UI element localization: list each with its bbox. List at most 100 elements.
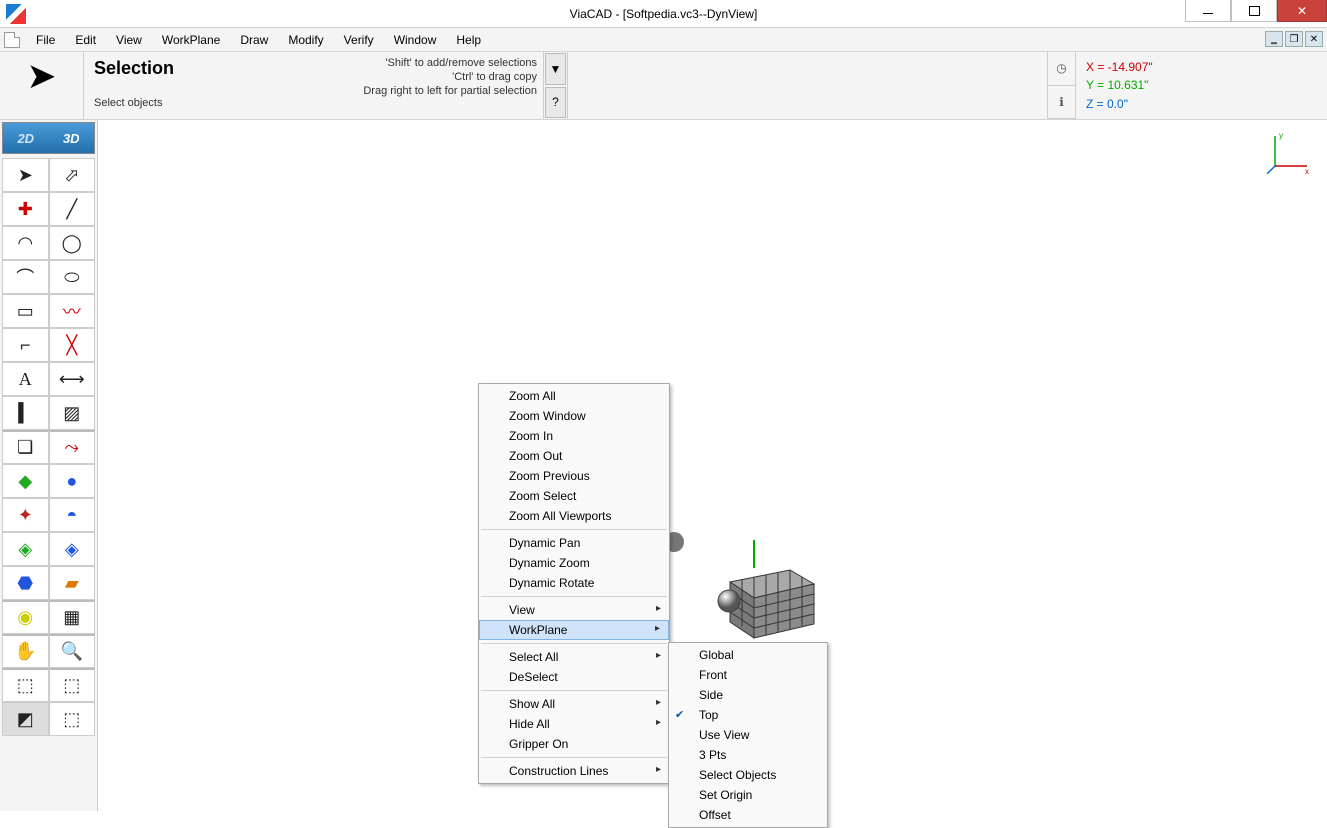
menu-draw[interactable]: Draw bbox=[230, 28, 278, 52]
rectangle-tool-icon[interactable]: ▭ bbox=[2, 294, 49, 328]
select-filled-arrow-icon[interactable]: ➤ bbox=[2, 158, 49, 192]
zoom-magnifier-icon[interactable]: 🔍 bbox=[49, 634, 96, 668]
menu-file[interactable]: File bbox=[26, 28, 65, 52]
info-icon[interactable]: ℹ bbox=[1048, 86, 1075, 120]
sphere-blue-icon[interactable]: ● bbox=[49, 464, 96, 498]
view-mode-toggle[interactable]: 2D 3D bbox=[2, 122, 95, 154]
text-tool-icon[interactable]: A bbox=[2, 362, 49, 396]
document-icon bbox=[4, 32, 20, 48]
ctx-show-all[interactable]: Show All bbox=[479, 694, 669, 714]
chamfer-tool-icon[interactable]: ╳ bbox=[49, 328, 96, 362]
context-menu[interactable]: Zoom All Zoom Window Zoom In Zoom Out Zo… bbox=[478, 383, 670, 784]
path-tool-icon[interactable]: ⤳ bbox=[49, 430, 96, 464]
ctx-zoom-previous[interactable]: Zoom Previous bbox=[479, 466, 669, 486]
ctx-view[interactable]: View bbox=[479, 600, 669, 620]
select-outline-arrow-icon[interactable]: ⬀ bbox=[49, 158, 96, 192]
sub-side[interactable]: Side bbox=[669, 685, 827, 705]
dome-icon[interactable]: ◓ bbox=[49, 498, 96, 532]
hint-line: Drag right to left for partial selection bbox=[363, 84, 537, 98]
window-title: ViaCAD - [Softpedia.vc3--DynView] bbox=[0, 7, 1327, 21]
window-controls bbox=[1185, 0, 1327, 22]
window-minimize-button[interactable] bbox=[1185, 0, 1231, 22]
ctx-zoom-in[interactable]: Zoom In bbox=[479, 426, 669, 446]
menu-window[interactable]: Window bbox=[384, 28, 447, 52]
coord-y: Y = 10.631" bbox=[1086, 78, 1317, 92]
tool-hints: 'Shift' to add/remove selections 'Ctrl' … bbox=[363, 56, 537, 98]
info-help-button[interactable]: ? bbox=[545, 87, 566, 119]
ctx-hide-all[interactable]: Hide All bbox=[479, 714, 669, 734]
sub-set-origin[interactable]: Set Origin bbox=[669, 785, 827, 805]
point-tool-icon[interactable]: ✚ bbox=[2, 192, 49, 226]
info-side-buttons: ▼ ? bbox=[544, 52, 568, 119]
menu-view[interactable]: View bbox=[106, 28, 152, 52]
solid-green-icon[interactable]: ◈ bbox=[2, 532, 49, 566]
window-close-button[interactable] bbox=[1277, 0, 1327, 22]
mdi-close-button[interactable]: ✕ bbox=[1305, 31, 1323, 47]
sub-global[interactable]: Global bbox=[669, 645, 827, 665]
arc-tool-icon[interactable]: ◠ bbox=[2, 226, 49, 260]
spline-tool-icon[interactable]: 〰 bbox=[49, 294, 96, 328]
ctx-zoom-all-viewports[interactable]: Zoom All Viewports bbox=[479, 506, 669, 526]
sub-front[interactable]: Front bbox=[669, 665, 827, 685]
hint-line: 'Ctrl' to drag copy bbox=[363, 70, 537, 84]
current-tool-icon-cell: ➤ bbox=[0, 52, 84, 119]
line-tool-icon[interactable]: ╱ bbox=[49, 192, 96, 226]
grid-icon[interactable]: ▦ bbox=[49, 600, 96, 634]
ctx-dynamic-zoom[interactable]: Dynamic Zoom bbox=[479, 553, 669, 573]
window-maximize-button[interactable] bbox=[1231, 0, 1277, 22]
toggle-3d[interactable]: 3D bbox=[49, 123, 95, 153]
menu-help[interactable]: Help bbox=[446, 28, 491, 52]
solid-blue-icon[interactable]: ◈ bbox=[49, 532, 96, 566]
dimension-tool-icon[interactable]: ⟷ bbox=[49, 362, 96, 396]
transform-tool-icon[interactable]: ❏ bbox=[2, 430, 49, 464]
pan-hand-icon[interactable]: ✋ bbox=[2, 634, 49, 668]
sub-select-objects[interactable]: Select Objects bbox=[669, 765, 827, 785]
info-dropdown-button[interactable]: ▼ bbox=[545, 53, 566, 85]
mdi-restore-button[interactable]: ❐ bbox=[1285, 31, 1303, 47]
cyl-add-icon[interactable]: ⬣ bbox=[2, 566, 49, 600]
wireframe-cube-icon[interactable]: ⬚ bbox=[2, 668, 49, 702]
shaded-cube-icon[interactable]: ◩ bbox=[2, 702, 49, 736]
ctx-workplane[interactable]: WorkPlane bbox=[479, 620, 669, 640]
axis-gizmo: y x bbox=[1267, 130, 1311, 174]
sub-offset[interactable]: Offset bbox=[669, 805, 827, 825]
ellipse-tool-icon[interactable]: ⬭ bbox=[49, 260, 96, 294]
menu-edit[interactable]: Edit bbox=[65, 28, 106, 52]
wireframe-shaded-icon[interactable]: ⬚ bbox=[49, 702, 96, 736]
menu-verify[interactable]: Verify bbox=[334, 28, 384, 52]
hatch-line-tool-icon[interactable]: ▍ bbox=[2, 396, 49, 430]
ctx-select-all[interactable]: Select All bbox=[479, 647, 669, 667]
sub-use-view[interactable]: Use View bbox=[669, 725, 827, 745]
ctx-construction-lines[interactable]: Construction Lines bbox=[479, 761, 669, 781]
sub-top[interactable]: Top bbox=[669, 705, 827, 725]
toggle-2d[interactable]: 2D bbox=[3, 123, 49, 153]
circle-tool-icon[interactable]: ◯ bbox=[49, 226, 96, 260]
viewport[interactable]: y x bbox=[98, 120, 1327, 811]
main-area: 2D 3D ➤ ⬀ ✚ ╱ ◠ ◯ ⌒ ⬭ ▭ 〰 ⌐ ╳ A ⟷ ▍ ▨ ❏ … bbox=[0, 120, 1327, 811]
menu-modify[interactable]: Modify bbox=[278, 28, 333, 52]
hint-line: 'Shift' to add/remove selections bbox=[363, 56, 537, 70]
ctx-zoom-window[interactable]: Zoom Window bbox=[479, 406, 669, 426]
cube-green-icon[interactable]: ◆ bbox=[2, 464, 49, 498]
clock-icon[interactable]: ◷ bbox=[1048, 52, 1075, 86]
plane-orange-icon[interactable]: ▰ bbox=[49, 566, 96, 600]
fillet-tool-icon[interactable]: ⌐ bbox=[2, 328, 49, 362]
light-icon[interactable]: ◉ bbox=[2, 600, 49, 634]
menu-workplane[interactable]: WorkPlane bbox=[152, 28, 230, 52]
ctx-deselect[interactable]: DeSelect bbox=[479, 667, 669, 687]
ctx-zoom-select[interactable]: Zoom Select bbox=[479, 486, 669, 506]
hatch-fill-tool-icon[interactable]: ▨ bbox=[49, 396, 96, 430]
ctx-dynamic-pan[interactable]: Dynamic Pan bbox=[479, 533, 669, 553]
ctx-gripper-on[interactable]: Gripper On bbox=[479, 734, 669, 754]
ctx-zoom-all[interactable]: Zoom All bbox=[479, 386, 669, 406]
workplane-submenu[interactable]: Global Front Side Top Use View 3 Pts Sel… bbox=[668, 642, 828, 828]
menu-separator bbox=[481, 643, 667, 644]
ctx-dynamic-rotate[interactable]: Dynamic Rotate bbox=[479, 573, 669, 593]
menu-separator bbox=[481, 757, 667, 758]
mdi-minimize-button[interactable]: ‗ bbox=[1265, 31, 1283, 47]
wireframe-pair-icon[interactable]: ⬚ bbox=[49, 668, 96, 702]
curve-tool-icon[interactable]: ⌒ bbox=[2, 260, 49, 294]
sub-3pts[interactable]: 3 Pts bbox=[669, 745, 827, 765]
ctx-zoom-out[interactable]: Zoom Out bbox=[479, 446, 669, 466]
assembly-icon[interactable]: ✦ bbox=[2, 498, 49, 532]
